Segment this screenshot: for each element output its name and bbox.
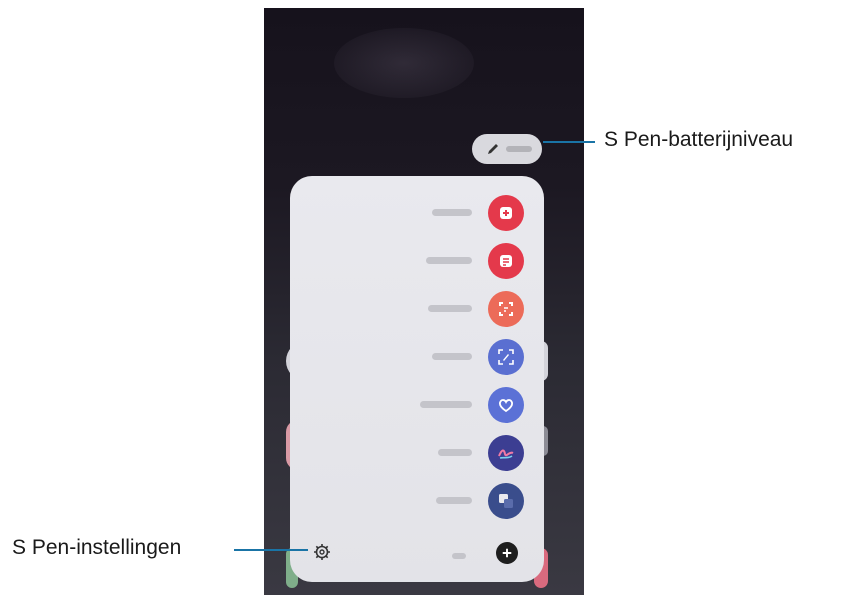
air-command-panel [290,176,544,582]
add-shortcut-icon[interactable] [496,542,518,564]
translate-icon[interactable] [488,483,524,519]
live-messages-icon[interactable] [488,387,524,423]
add-label [452,553,466,559]
item-label [438,449,472,456]
air-command-item-view-all-notes[interactable] [290,241,544,281]
air-command-item-create-note[interactable] [290,193,544,233]
item-label [428,305,472,312]
battery-level-text [506,146,532,152]
item-label [436,497,472,504]
create-note-icon[interactable] [488,195,524,231]
item-label [426,257,472,264]
air-command-item-ar-doodle[interactable] [290,433,544,473]
settings-callout-line [234,549,308,551]
air-command-item-live-messages[interactable] [290,385,544,425]
s-pen-battery-indicator[interactable] [472,134,542,164]
settings-callout-label: S Pen-instellingen [12,536,182,559]
wallpaper-glow [334,28,474,98]
air-command-item-smart-select[interactable] [290,289,544,329]
ar-doodle-icon[interactable] [488,435,524,471]
item-label [432,353,472,360]
item-label [432,209,472,216]
pen-icon [488,144,498,154]
item-label [420,401,472,408]
battery-callout-line [543,141,595,143]
smart-select-icon[interactable] [488,291,524,327]
air-command-item-translate[interactable] [290,481,544,521]
view-all-notes-icon[interactable] [488,243,524,279]
screen-write-icon[interactable] [488,339,524,375]
battery-callout-label: S Pen-batterijniveau [604,128,794,151]
settings-gear-icon[interactable] [312,542,332,562]
air-command-item-screen-write[interactable] [290,337,544,377]
